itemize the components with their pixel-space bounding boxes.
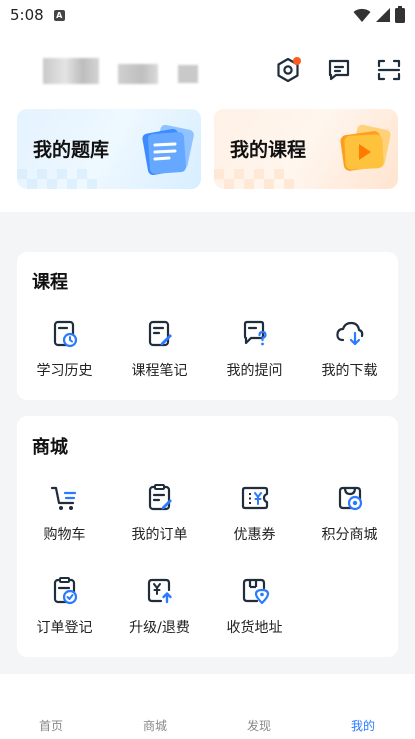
tab-mine[interactable]: 我的 xyxy=(333,717,393,734)
grid-item-coupons[interactable]: 优惠券 xyxy=(207,482,302,544)
notification-dot xyxy=(293,57,301,65)
grid-item-course-notes[interactable]: 课程笔记 xyxy=(112,318,207,380)
coupon-icon xyxy=(241,486,268,510)
grid-item-upgrade-refund[interactable]: 升级/退费 xyxy=(112,575,207,637)
grid-item-label: 积分商城 xyxy=(321,527,378,543)
status-bar: 5:08 A xyxy=(0,0,415,30)
battery-icon xyxy=(395,6,405,23)
grid-item-shipping-address[interactable]: 收货地址 xyxy=(207,575,302,637)
grid-item-label: 升级/退费 xyxy=(129,620,190,636)
play-folder-icon xyxy=(340,124,391,171)
upgrade-refund-icon xyxy=(147,578,172,604)
download-icon xyxy=(335,321,363,346)
settings-icon[interactable] xyxy=(274,56,302,84)
document-stack-icon xyxy=(142,124,194,176)
notes-icon xyxy=(148,320,172,347)
tab-discover[interactable]: 发现 xyxy=(229,717,289,734)
status-time: 5:08 xyxy=(10,6,44,24)
grid-item-label: 收货地址 xyxy=(226,620,283,636)
grid-item-points-store[interactable]: 积分商城 xyxy=(302,482,397,544)
grid-item-label: 课程笔记 xyxy=(131,363,188,379)
grid-item-label: 订单登记 xyxy=(36,620,93,636)
username-blurred xyxy=(118,64,158,84)
order-icon xyxy=(148,484,172,511)
grid-item-learning-history[interactable]: 学习历史 xyxy=(17,318,112,380)
grid-item-order-register[interactable]: 订单登记 xyxy=(17,575,112,637)
course-section-title: 课程 xyxy=(32,272,68,293)
cart-icon xyxy=(50,486,76,510)
grid-item-my-orders[interactable]: 我的订单 xyxy=(112,482,207,544)
my-courses-label: 我的课程 xyxy=(230,139,307,161)
wifi-icon xyxy=(353,8,371,22)
checker-decoration xyxy=(17,169,97,189)
address-icon xyxy=(242,578,269,605)
grid-item-label: 购物车 xyxy=(43,527,86,543)
grid-item-label: 学习历史 xyxy=(36,363,93,379)
sim-icon: A xyxy=(53,9,65,21)
grid-item-label: 我的下载 xyxy=(321,363,378,379)
order-register-icon xyxy=(53,577,77,605)
tab-home[interactable]: 首页 xyxy=(21,717,81,734)
status-indicators xyxy=(353,6,405,23)
avatar[interactable] xyxy=(43,58,99,84)
grid-item-label: 我的提问 xyxy=(226,363,283,379)
checker-decoration xyxy=(214,169,294,189)
grid-item-cart[interactable]: 购物车 xyxy=(17,482,112,544)
points-store-icon xyxy=(338,486,362,511)
my-courses-card[interactable]: 我的课程 xyxy=(214,109,398,189)
grid-item-label: 我的订单 xyxy=(131,527,188,543)
signal-icon xyxy=(376,7,390,22)
grid-item-label: 优惠券 xyxy=(233,527,276,543)
bottom-tab-bar: 首页 商城 发现 我的 xyxy=(0,700,415,739)
question-icon xyxy=(243,320,267,346)
message-icon[interactable] xyxy=(325,56,353,84)
grid-item-my-questions[interactable]: 我的提问 xyxy=(207,318,302,380)
user-info-blurred xyxy=(178,65,198,83)
shop-section-title: 商城 xyxy=(32,437,68,458)
question-bank-card[interactable]: 我的题库 xyxy=(17,109,201,189)
history-icon xyxy=(53,320,77,348)
tab-store[interactable]: 商城 xyxy=(125,717,185,734)
course-section: 课程 学习历史 课程笔记 我的提问 我的下载 xyxy=(17,252,398,400)
question-bank-label: 我的题库 xyxy=(33,139,110,161)
grid-item-my-downloads[interactable]: 我的下载 xyxy=(302,318,397,380)
scan-icon[interactable] xyxy=(375,56,403,84)
shop-section: 商城 购物车 我的订单 优惠券 积分商城 订单登记 升级/退费 收货地址 xyxy=(17,416,398,657)
profile-header xyxy=(0,50,415,95)
